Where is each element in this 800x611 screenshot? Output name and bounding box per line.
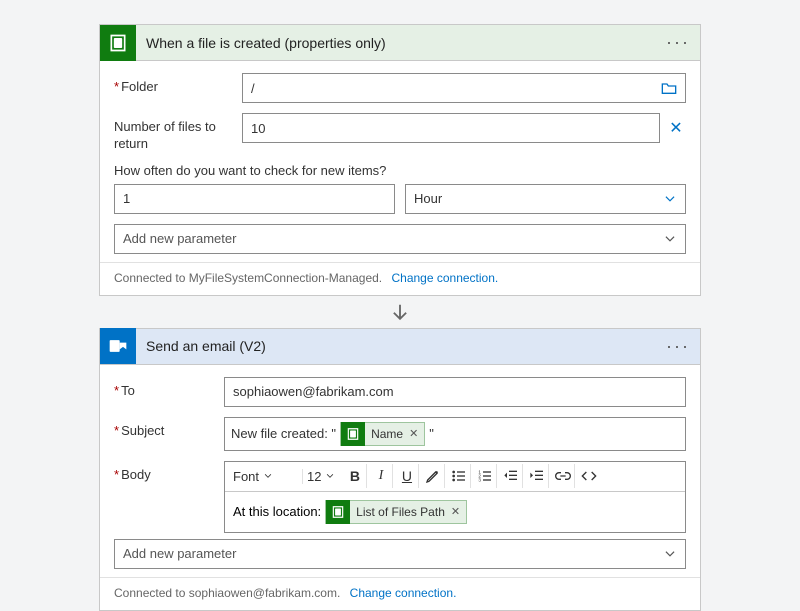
interval-input[interactable]: 1 (114, 184, 395, 214)
highlight-button[interactable] (421, 464, 445, 488)
trigger-connection-footer: Connected to MyFileSystemConnection-Mana… (100, 262, 700, 295)
dynamic-token-name[interactable]: Name ✕ (340, 422, 425, 446)
subject-input[interactable]: New file created: " Name ✕ " (224, 417, 686, 451)
bold-button[interactable]: B (343, 464, 367, 488)
recurrence-question: How often do you want to check for new i… (114, 163, 686, 178)
chevron-down-icon (663, 232, 677, 246)
numfiles-input[interactable]: 10 (242, 113, 660, 143)
chevron-down-icon (325, 471, 335, 481)
body-input[interactable]: At this location: List of Files Path ✕ (225, 492, 685, 532)
outlook-icon (100, 328, 136, 364)
action-more-button[interactable]: ··· (666, 336, 690, 357)
subject-label: Subject (114, 417, 224, 440)
clear-numfiles-button[interactable]: ✕ (666, 118, 686, 138)
link-button[interactable] (551, 464, 575, 488)
fontsize-select[interactable]: 12 (305, 469, 341, 484)
outdent-button[interactable] (499, 464, 523, 488)
body-editor: Font 12 B I U (224, 461, 686, 533)
trigger-card: When a file is created (properties only)… (99, 24, 701, 296)
filesystem-icon (341, 422, 365, 446)
to-input[interactable]: sophiaowen@fabrikam.com (224, 377, 686, 407)
to-label: To (114, 377, 224, 400)
action-connection-footer: Connected to sophiaowen@fabrikam.com. Ch… (100, 577, 700, 610)
folder-input[interactable]: / (242, 73, 686, 103)
codeview-button[interactable] (577, 464, 601, 488)
indent-button[interactable] (525, 464, 549, 488)
body-label: Body (114, 461, 224, 484)
font-select[interactable]: Font (231, 469, 303, 484)
change-connection-link[interactable]: Change connection. (391, 271, 498, 285)
chevron-down-icon (663, 547, 677, 561)
number-list-button[interactable] (473, 464, 497, 488)
action-card: Send an email (V2) ··· To sophiaowen@fab… (99, 328, 701, 611)
filesystem-icon (326, 500, 350, 524)
action-header[interactable]: Send an email (V2) ··· (100, 329, 700, 365)
trigger-more-button[interactable]: ··· (666, 32, 690, 53)
trigger-title: When a file is created (properties only) (136, 35, 666, 51)
italic-button[interactable]: I (369, 464, 393, 488)
underline-button[interactable]: U (395, 464, 419, 488)
dynamic-token-path[interactable]: List of Files Path ✕ (325, 500, 467, 524)
bullet-list-button[interactable] (447, 464, 471, 488)
frequency-select[interactable]: Hour (405, 184, 686, 214)
action-add-parameter[interactable]: Add new parameter (114, 539, 686, 569)
chevron-down-icon (263, 471, 273, 481)
remove-token-button[interactable]: ✕ (409, 427, 424, 440)
remove-token-button[interactable]: ✕ (451, 505, 466, 518)
chevron-down-icon (663, 192, 677, 206)
trigger-add-parameter[interactable]: Add new parameter (114, 224, 686, 254)
change-connection-link[interactable]: Change connection. (350, 586, 457, 600)
flow-arrow-icon (389, 302, 411, 324)
action-title: Send an email (V2) (136, 338, 666, 354)
folder-picker-icon[interactable] (661, 81, 677, 95)
trigger-header[interactable]: When a file is created (properties only)… (100, 25, 700, 61)
numfiles-label: Number of files to return (114, 113, 242, 153)
filesystem-icon (100, 25, 136, 61)
folder-label: Folder (114, 73, 242, 96)
rte-toolbar: Font 12 B I U (225, 462, 685, 492)
